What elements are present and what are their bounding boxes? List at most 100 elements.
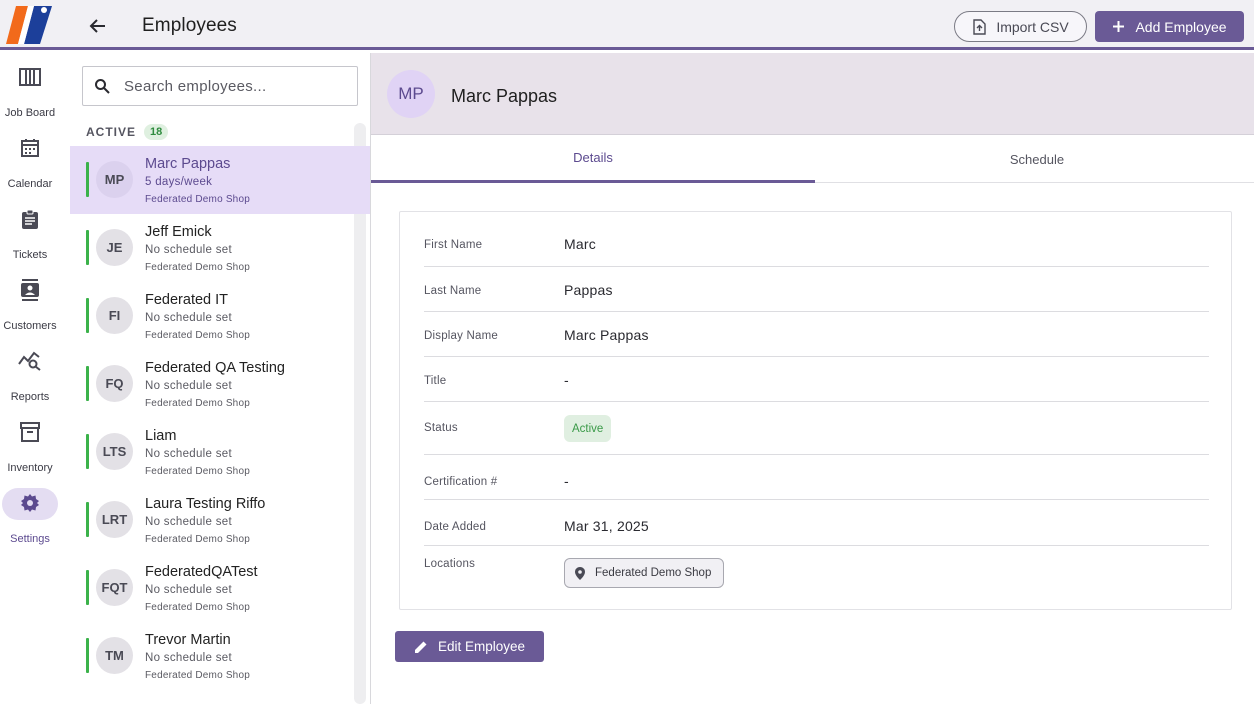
field-label: Status — [424, 422, 458, 434]
employee-schedule: No schedule set — [145, 652, 232, 664]
top-bar: Employees Import CSV Add Employee — [0, 0, 1254, 50]
nav-rail: Job Board Calendar Tickets Customers Rep… — [0, 53, 60, 704]
avatar: LRT — [96, 501, 133, 538]
employee-name: Jeff Emick — [145, 224, 212, 240]
analytics-icon — [15, 349, 45, 373]
avatar: FQ — [96, 365, 133, 402]
active-indicator — [86, 366, 89, 401]
employee-shop: Federated Demo Shop — [145, 262, 250, 273]
field-locations: Locations Federated Demo Shop — [424, 546, 1209, 596]
nav-label: Reports — [10, 391, 50, 403]
employee-name: Federated IT — [145, 292, 229, 308]
active-indicator — [86, 298, 89, 333]
nav-label: Inventory — [7, 462, 53, 474]
pencil-icon — [414, 641, 427, 653]
nav-item-customers[interactable]: Customers — [0, 266, 60, 337]
employee-row[interactable]: FQT FederatedQATest No schedule set Fede… — [70, 554, 370, 622]
details-card: First Name Marc Last Name Pappas Display… — [399, 211, 1232, 610]
detail-header: MP Marc Pappas — [371, 53, 1254, 135]
archive-box-icon — [15, 420, 45, 444]
employee-list-panel: ACTIVE 18 MP Marc Pappas 5 days/week Fed… — [70, 53, 370, 704]
employee-shop: Federated Demo Shop — [145, 534, 250, 545]
employee-row[interactable]: FI Federated IT No schedule set Federate… — [70, 282, 370, 350]
field-label: Locations — [424, 558, 476, 570]
employee-row-selected[interactable]: MP Marc Pappas 5 days/week Federated Dem… — [70, 146, 370, 214]
edit-employee-label: Edit Employee — [437, 639, 526, 654]
avatar: JE — [96, 229, 133, 266]
add-employee-button[interactable]: Add Employee — [1095, 11, 1244, 42]
employee-shop: Federated Demo Shop — [145, 466, 250, 477]
field-value: - — [564, 473, 569, 489]
employee-row[interactable]: TM Trevor Martin No schedule set Federat… — [70, 622, 370, 690]
employee-row[interactable]: FQ Federated QA Testing No schedule set … — [70, 350, 370, 418]
employee-shop: Federated Demo Shop — [145, 330, 250, 341]
employee-detail-panel: MP Marc Pappas Details Schedule First Na… — [371, 53, 1254, 704]
active-indicator — [86, 638, 89, 673]
employee-schedule: No schedule set — [145, 448, 232, 460]
file-upload-icon — [973, 18, 987, 35]
employee-schedule: No schedule set — [145, 584, 232, 596]
import-csv-button[interactable]: Import CSV — [954, 11, 1087, 42]
employee-schedule: No schedule set — [145, 380, 232, 392]
plus-icon — [1113, 21, 1125, 32]
nav-label: Settings — [10, 533, 50, 545]
field-status: Status Active — [424, 402, 1209, 455]
calendar-icon — [15, 136, 45, 160]
nav-item-job-board[interactable]: Job Board — [0, 53, 60, 124]
clipboard-icon — [15, 207, 45, 231]
employee-name: FederatedQATest — [145, 564, 258, 580]
employee-name: Liam — [145, 428, 177, 444]
nav-item-tickets[interactable]: Tickets — [0, 195, 60, 266]
employee-row[interactable]: LRT Laura Testing Riffo No schedule set … — [70, 486, 370, 554]
employee-schedule: No schedule set — [145, 516, 232, 528]
field-label: First Name — [424, 239, 483, 251]
avatar: FI — [96, 297, 133, 334]
active-indicator — [86, 230, 89, 265]
nav-item-reports[interactable]: Reports — [0, 337, 60, 408]
edit-employee-button[interactable]: Edit Employee — [395, 631, 544, 662]
search-box[interactable] — [82, 66, 358, 106]
detail-employee-name: Marc Pappas — [451, 86, 558, 106]
active-indicator — [86, 502, 89, 537]
employee-row[interactable]: JE Jeff Emick No schedule set Federated … — [70, 214, 370, 282]
field-label: Certification # — [424, 476, 498, 488]
tab-details[interactable]: Details — [371, 135, 815, 183]
avatar: MP — [96, 161, 133, 198]
import-csv-label: Import CSV — [996, 18, 1069, 35]
field-label: Last Name — [424, 285, 482, 297]
employee-name: Trevor Martin — [145, 632, 231, 648]
search-icon — [95, 79, 110, 94]
nav-item-settings[interactable]: Settings — [0, 479, 60, 550]
nav-item-calendar[interactable]: Calendar — [0, 124, 60, 195]
avatar: LTS — [96, 433, 133, 470]
field-display-name: Display Name Marc Pappas — [424, 312, 1209, 357]
field-certification: Certification # - — [424, 455, 1209, 500]
field-first-name: First Name Marc — [424, 236, 1209, 267]
nav-label: Job Board — [4, 107, 56, 119]
nav-label: Tickets — [12, 249, 48, 261]
field-value: - — [564, 372, 569, 388]
employee-shop: Federated Demo Shop — [145, 602, 250, 613]
gear-icon — [15, 491, 45, 515]
brand-logo[interactable] — [6, 4, 54, 44]
avatar: TM — [96, 637, 133, 674]
field-label: Display Name — [424, 330, 498, 342]
employee-schedule: No schedule set — [145, 244, 232, 256]
employee-row[interactable]: LTS Liam No schedule set Federated Demo … — [70, 418, 370, 486]
location-chip-label: Federated Demo Shop — [595, 567, 712, 579]
field-value: Marc — [564, 236, 596, 252]
tab-schedule[interactable]: Schedule — [815, 135, 1254, 183]
field-date-added: Date Added Mar 31, 2025 — [424, 500, 1209, 546]
nav-item-inventory[interactable]: Inventory — [0, 408, 60, 479]
location-chip[interactable]: Federated Demo Shop — [564, 558, 724, 588]
nav-label: Calendar — [7, 178, 53, 190]
employee-name: Marc Pappas — [145, 156, 231, 172]
employee-list: MP Marc Pappas 5 days/week Federated Dem… — [70, 146, 370, 690]
section-label: ACTIVE — [86, 125, 137, 139]
employee-shop: Federated Demo Shop — [145, 194, 250, 205]
field-value: Pappas — [564, 282, 613, 298]
page-title: Employees — [142, 15, 237, 36]
contacts-icon — [15, 278, 45, 302]
back-arrow-icon[interactable] — [84, 12, 112, 40]
search-input[interactable] — [124, 77, 344, 95]
